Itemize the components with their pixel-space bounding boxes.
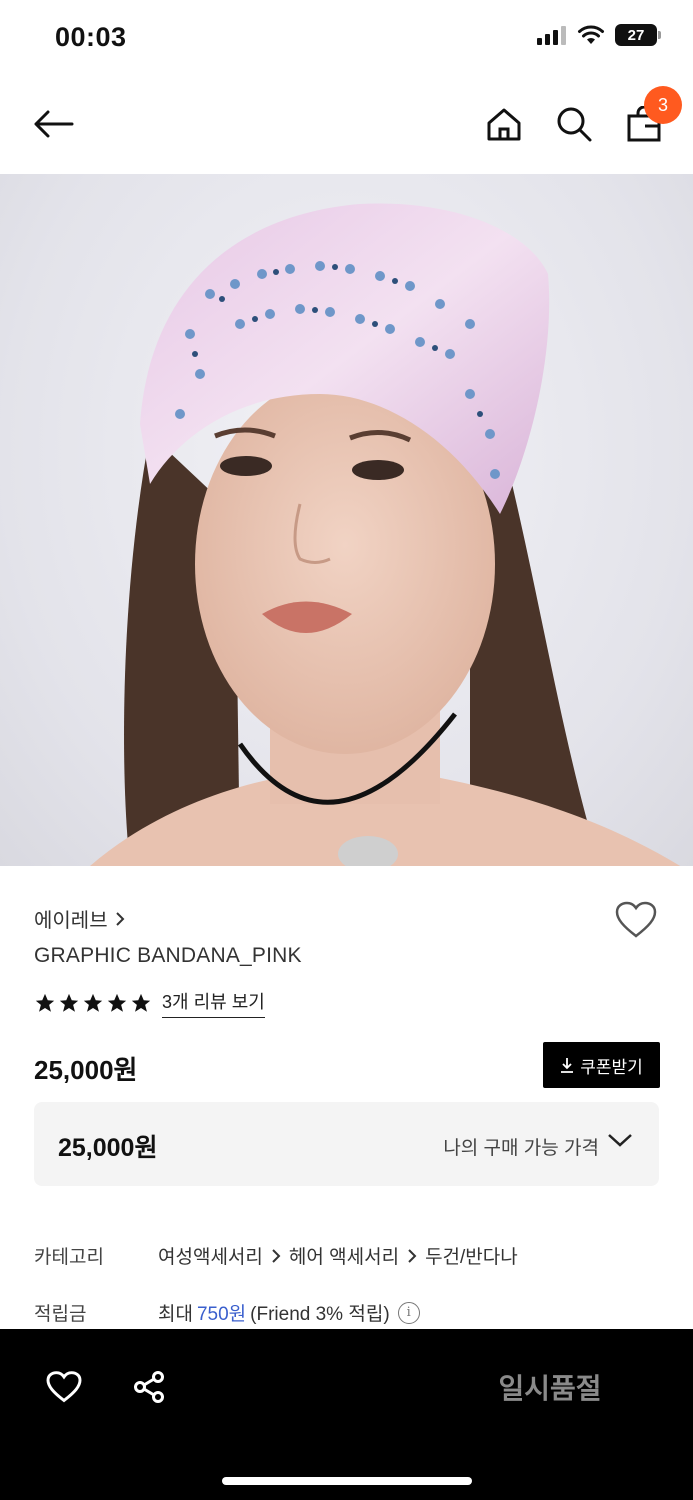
star-icon <box>35 993 55 1012</box>
category-key: 카테고리 <box>34 1247 104 1268</box>
status-bar: 00:03 27 <box>0 0 693 76</box>
wishlist-button[interactable] <box>612 896 660 944</box>
info-icon[interactable]: i <box>397 1301 420 1324</box>
product-price: 25,000원 <box>34 1055 138 1085</box>
points-row: 적립금 최대 750원 (Friend 3% 적립) i <box>34 1299 420 1326</box>
home-indicator <box>222 1477 472 1485</box>
cart-count-badge: 3 <box>644 86 682 124</box>
review-link[interactable]: 3개 리뷰 보기 <box>162 988 265 1018</box>
star-icon <box>83 993 103 1012</box>
chevron-right-icon <box>408 1248 417 1263</box>
heart-icon <box>615 901 657 938</box>
points-prefix: 최대 <box>158 1304 193 1325</box>
my-price-value: 25,000원 <box>58 1134 158 1162</box>
star-icon <box>131 993 151 1012</box>
product-photo <box>90 203 681 866</box>
search-button[interactable] <box>550 100 598 148</box>
download-icon <box>561 1058 574 1073</box>
star-icon <box>107 993 127 1012</box>
chevron-down-icon <box>608 1134 632 1147</box>
category-link-hair-accessories[interactable]: 헤어 액세서리 <box>289 1242 399 1269</box>
wifi-icon <box>578 25 604 44</box>
home-icon <box>487 108 521 141</box>
points-suffix: (Friend 3% 적립) <box>250 1304 390 1325</box>
share-button[interactable] <box>125 1363 173 1411</box>
back-arrow-icon <box>34 110 74 138</box>
status-time: 00:03 <box>55 22 127 52</box>
points-value: 750원 <box>196 1304 247 1325</box>
category-link-bandana[interactable]: 두건/반다나 <box>425 1242 518 1269</box>
category-path: 여성액세서리 헤어 액세서리 두건/반다나 <box>158 1242 518 1269</box>
battery-level: 27 <box>627 26 645 44</box>
brand-name: 에이레브 <box>34 910 108 932</box>
search-icon <box>557 107 592 142</box>
battery-icon: 27 <box>615 24 661 46</box>
share-icon <box>134 1371 164 1403</box>
star-icon <box>59 993 79 1012</box>
status-icons: 27 <box>537 24 661 46</box>
coupon-button[interactable]: 쿠폰받기 <box>543 1042 660 1088</box>
chevron-right-icon <box>272 1248 281 1263</box>
back-button[interactable] <box>29 100 77 148</box>
points-key: 적립금 <box>34 1304 87 1325</box>
bottom-action-bar: 일시품절 <box>0 1329 693 1500</box>
cart-button[interactable]: 3 <box>620 86 682 148</box>
top-nav: 3 <box>0 76 693 174</box>
coupon-label: 쿠폰받기 <box>580 1057 643 1077</box>
product-image[interactable] <box>0 174 693 866</box>
product-name: GRAPHIC BANDANA_PINK <box>34 944 302 967</box>
chevron-right-icon <box>115 911 125 926</box>
my-price-dropdown[interactable]: 25,000원 나의 구매 가능 가격 <box>34 1102 659 1186</box>
bottom-wishlist-button[interactable] <box>40 1363 88 1411</box>
category-row: 카테고리 여성액세서리 헤어 액세서리 두건/반다나 <box>34 1242 518 1269</box>
category-link-women-accessories[interactable]: 여성액세서리 <box>158 1242 263 1269</box>
points-info: 최대 750원 (Friend 3% 적립) i <box>158 1299 420 1326</box>
heart-icon <box>46 1371 82 1403</box>
signal-icon <box>537 26 566 45</box>
home-button[interactable] <box>480 100 528 148</box>
soldout-button[interactable]: 일시품절 <box>420 1357 680 1417</box>
rating-stars <box>34 992 152 1014</box>
brand-link[interactable]: 에이레브 <box>34 904 126 933</box>
rating-row: 3개 리뷰 보기 <box>34 988 265 1018</box>
my-price-label: 나의 구매 가능 가격 <box>443 1138 599 1159</box>
